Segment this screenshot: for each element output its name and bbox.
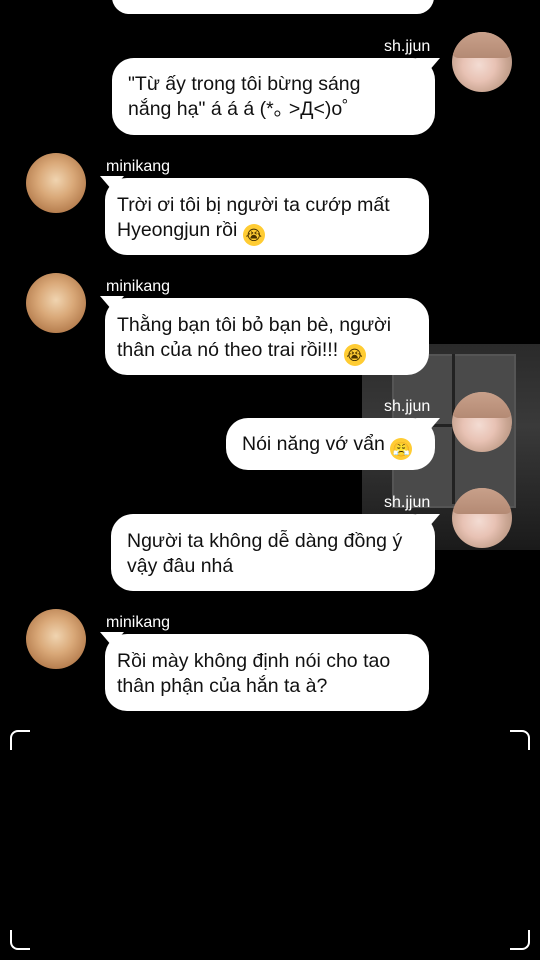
avatar-minikang[interactable]	[26, 609, 86, 669]
message-bubble[interactable]: Thằng bạn tôi bỏ bạn bè, người thân của …	[105, 298, 429, 375]
sender-name: sh.jjun	[384, 494, 431, 511]
avatar-minikang[interactable]	[26, 273, 86, 333]
frame-corner	[510, 730, 530, 750]
sender-name: minikang	[106, 614, 171, 631]
message-bubble[interactable]: Rồi mày không định nói cho tao thân phận…	[105, 634, 429, 711]
sender-name: sh.jjun	[384, 38, 431, 55]
message-text: Rồi mày không định nói cho tao thân phận…	[117, 650, 391, 697]
avatar-shjjun[interactable]	[452, 392, 512, 452]
message-bubble[interactable]: Nói năng vớ vẩn 😤	[226, 418, 435, 470]
avatar-shjjun[interactable]	[452, 488, 512, 548]
avatar-minikang[interactable]	[26, 153, 86, 213]
sender-name: minikang	[106, 158, 171, 175]
face-with-steam-icon: 😤	[390, 438, 413, 460]
message-text: Nói năng vớ vẩn	[242, 433, 391, 455]
frame-corner	[10, 930, 30, 950]
frame-corner	[510, 930, 530, 950]
message-bubble-partial	[112, 0, 434, 14]
message-bubble[interactable]: Trời ơi tôi bị người ta cướp mất Hyeongj…	[105, 178, 429, 255]
sender-name: minikang	[106, 278, 171, 295]
frame-corner	[10, 730, 30, 750]
loudly-crying-face-icon: 😭	[242, 224, 265, 246]
message-text: Người ta không dễ dàng đồng ý vậy đâu nh…	[127, 530, 403, 577]
avatar-shjjun[interactable]	[452, 32, 512, 92]
message-bubble[interactable]: Người ta không dễ dàng đồng ý vậy đâu nh…	[111, 514, 435, 591]
message-text: "Từ ấy trong tôi bừng sáng nắng hạ" á á …	[128, 73, 362, 120]
sender-name: sh.jjun	[384, 398, 431, 415]
loudly-crying-face-icon: 😭	[343, 344, 366, 366]
message-bubble[interactable]: "Từ ấy trong tôi bừng sáng nắng hạ" á á …	[112, 58, 435, 135]
